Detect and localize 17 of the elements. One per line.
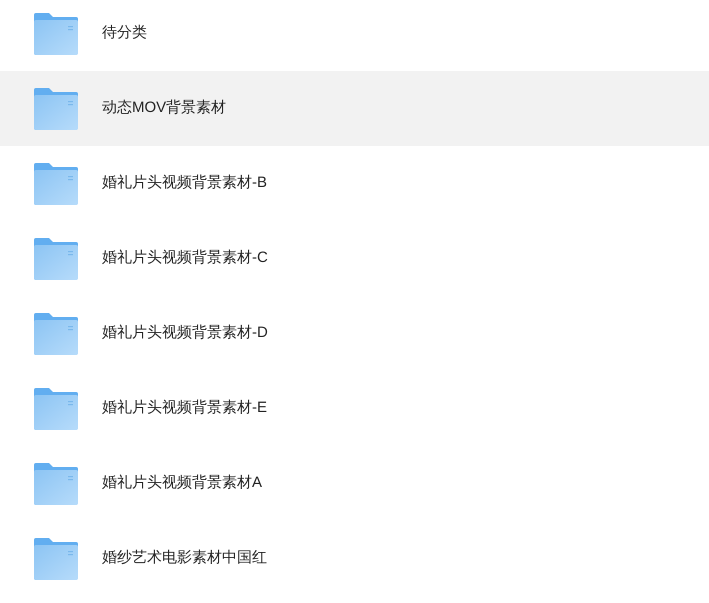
folder-icon [33,86,79,130]
folder-icon [33,12,79,56]
folder-icon [33,236,79,280]
folder-name: 待分类 [102,23,147,44]
folder-icon [33,386,79,430]
folder-icon [33,312,79,356]
folder-icon [33,462,79,506]
folder-name: 婚纱艺术电影素材中国红 [102,548,267,568]
folder-name: 婚礼片头视频背景素材-C [102,248,268,268]
folder-row[interactable]: 动态MOV背景素材 [0,71,709,146]
folder-icon [33,162,79,206]
folder-name: 婚礼片头视频背景素材-E [102,398,267,418]
folder-name: 婚礼片头视频背景素材A [102,473,262,494]
folder-icon [33,536,79,580]
folder-name: 动态MOV背景素材 [102,98,226,118]
folder-name: 婚礼片头视频背景素材-B [102,173,267,194]
folder-name: 婚礼片头视频背景素材-D [102,323,268,344]
